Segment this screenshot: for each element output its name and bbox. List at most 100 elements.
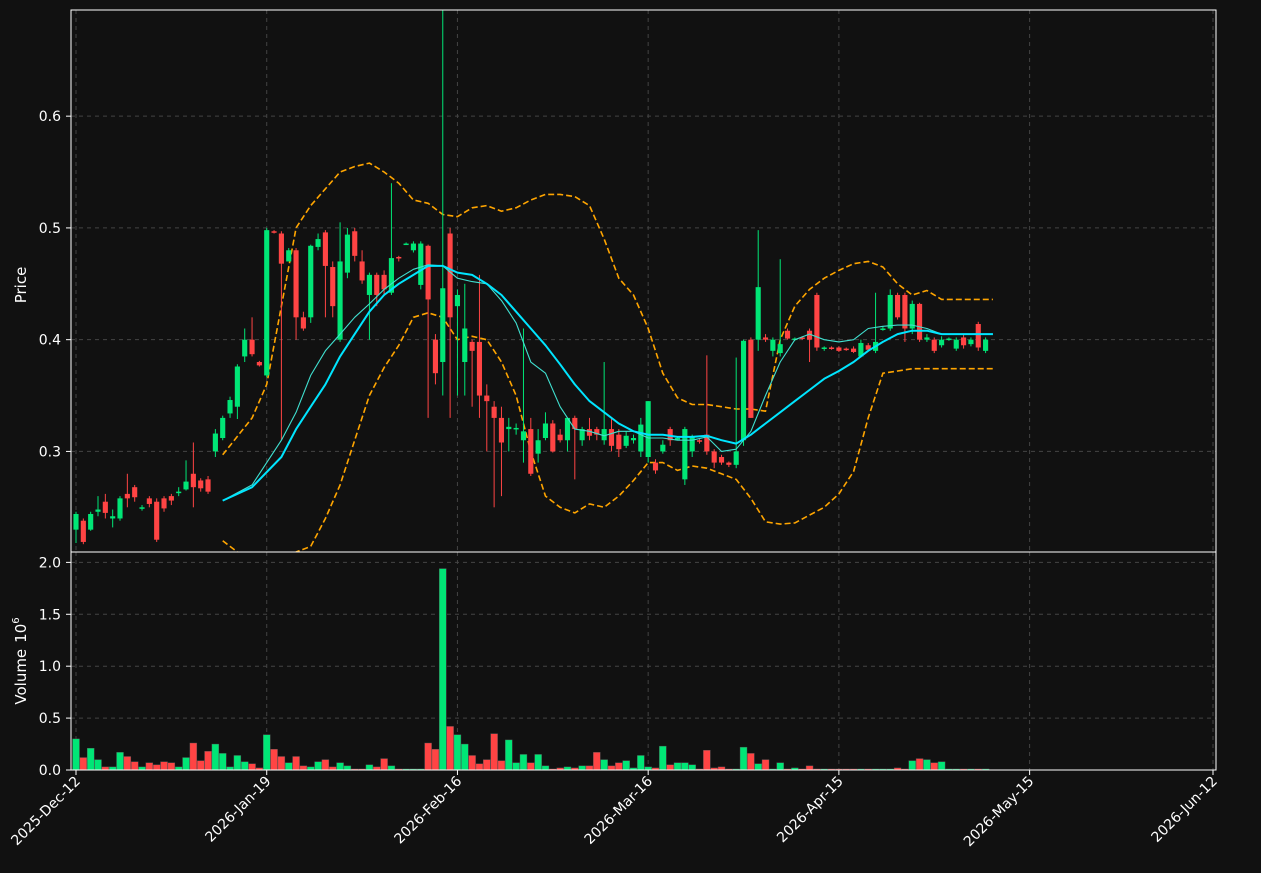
volume-bar (285, 762, 293, 771)
price-tick-label: 0.5 (39, 221, 61, 237)
volume-bar (915, 758, 924, 771)
candle-body (110, 516, 116, 519)
volume-bar (622, 760, 630, 771)
candle-body (939, 339, 945, 346)
candle-body (880, 328, 886, 330)
candle-body (454, 294, 461, 307)
volume-bar (468, 755, 476, 771)
volume-bar (607, 765, 616, 771)
candle-body (895, 294, 901, 318)
volume-bar (321, 759, 330, 771)
candle-body (161, 498, 167, 509)
candle-body (623, 435, 629, 446)
candle-body (80, 520, 86, 542)
volume-bar (923, 759, 931, 771)
candle-body (146, 498, 152, 504)
volume-bar (659, 745, 667, 771)
candle-body (601, 429, 607, 441)
volume-tick-label: 1.5 (39, 607, 61, 623)
candle-body (836, 347, 842, 351)
volume-bar (123, 756, 132, 771)
candle-body (396, 256, 402, 259)
volume-axis-label-text: Volume (12, 649, 30, 705)
candle-body (198, 480, 204, 489)
price-tick-label: 0.3 (39, 444, 61, 460)
candle-body (102, 501, 108, 513)
candle-body (425, 245, 431, 300)
volume-bar (277, 756, 286, 771)
volume-bar (145, 762, 154, 771)
candle-body (711, 451, 717, 463)
price-axis-label: Price (12, 267, 30, 304)
volume-bar (637, 755, 645, 771)
volume-bar (86, 748, 95, 771)
candle-body (337, 261, 343, 340)
candle-body (528, 429, 534, 474)
volume-bar (497, 760, 506, 771)
volume-bar (585, 765, 594, 771)
candle-body (227, 400, 233, 414)
candle-body (484, 395, 490, 402)
candle-body (821, 347, 827, 349)
volume-bar (483, 759, 491, 771)
candle-body (418, 243, 424, 285)
candle-body (491, 406, 497, 418)
candle-body (550, 423, 556, 452)
candle-body (652, 462, 659, 471)
candle-body (220, 417, 226, 439)
candle-body (139, 507, 145, 509)
candle-body (983, 339, 989, 351)
candle-body (168, 496, 174, 501)
candle-body (726, 462, 732, 465)
candle-body (212, 433, 218, 452)
volume-bar (130, 761, 139, 771)
volume-bar (776, 762, 784, 771)
candle-body (660, 444, 666, 452)
volume-bar (453, 734, 462, 771)
volume-bar (233, 755, 242, 771)
candle-body (308, 245, 314, 318)
volume-bar (461, 743, 469, 771)
candle-body (73, 514, 79, 530)
candle-body (718, 457, 725, 463)
candle-body (462, 328, 468, 363)
volume-axis-label-base: 10 (12, 624, 30, 643)
candle-body (381, 274, 387, 290)
candle-body (917, 303, 923, 340)
candle-body (843, 348, 849, 351)
candle-body (124, 493, 130, 499)
volume-bar (512, 762, 520, 771)
candle-body (784, 330, 791, 339)
volume-bar (211, 743, 220, 771)
volume-bar (754, 763, 762, 771)
candle-body (887, 294, 893, 329)
volume-bar (299, 765, 308, 771)
candle-body (520, 431, 527, 441)
candle-body (902, 294, 908, 329)
volume-tick-label: 1.0 (39, 659, 61, 675)
volume-bar (197, 760, 205, 771)
candle-body (300, 317, 306, 329)
candle-body (557, 434, 563, 441)
candle-body (777, 344, 783, 354)
volume-bar (703, 750, 711, 771)
candle-body (132, 487, 138, 498)
candle-body (975, 324, 981, 348)
candle-body (814, 294, 820, 348)
volume-tick-label: 0.5 (39, 711, 61, 727)
volume-axis-label-exponent: 6 (11, 617, 22, 623)
candle-body (278, 233, 284, 264)
candle-body (828, 347, 835, 349)
volume-bar (365, 764, 374, 771)
candle-body (344, 234, 350, 273)
candle-body (154, 501, 160, 540)
candle-body (542, 423, 549, 439)
volume-bar (424, 742, 432, 771)
volume-bar (908, 760, 916, 771)
candle-body (476, 341, 483, 396)
candle-body (256, 362, 262, 366)
volume-bar (72, 738, 80, 771)
volume-bar (673, 762, 682, 771)
candle-body (733, 451, 739, 465)
candle-body (117, 498, 123, 519)
